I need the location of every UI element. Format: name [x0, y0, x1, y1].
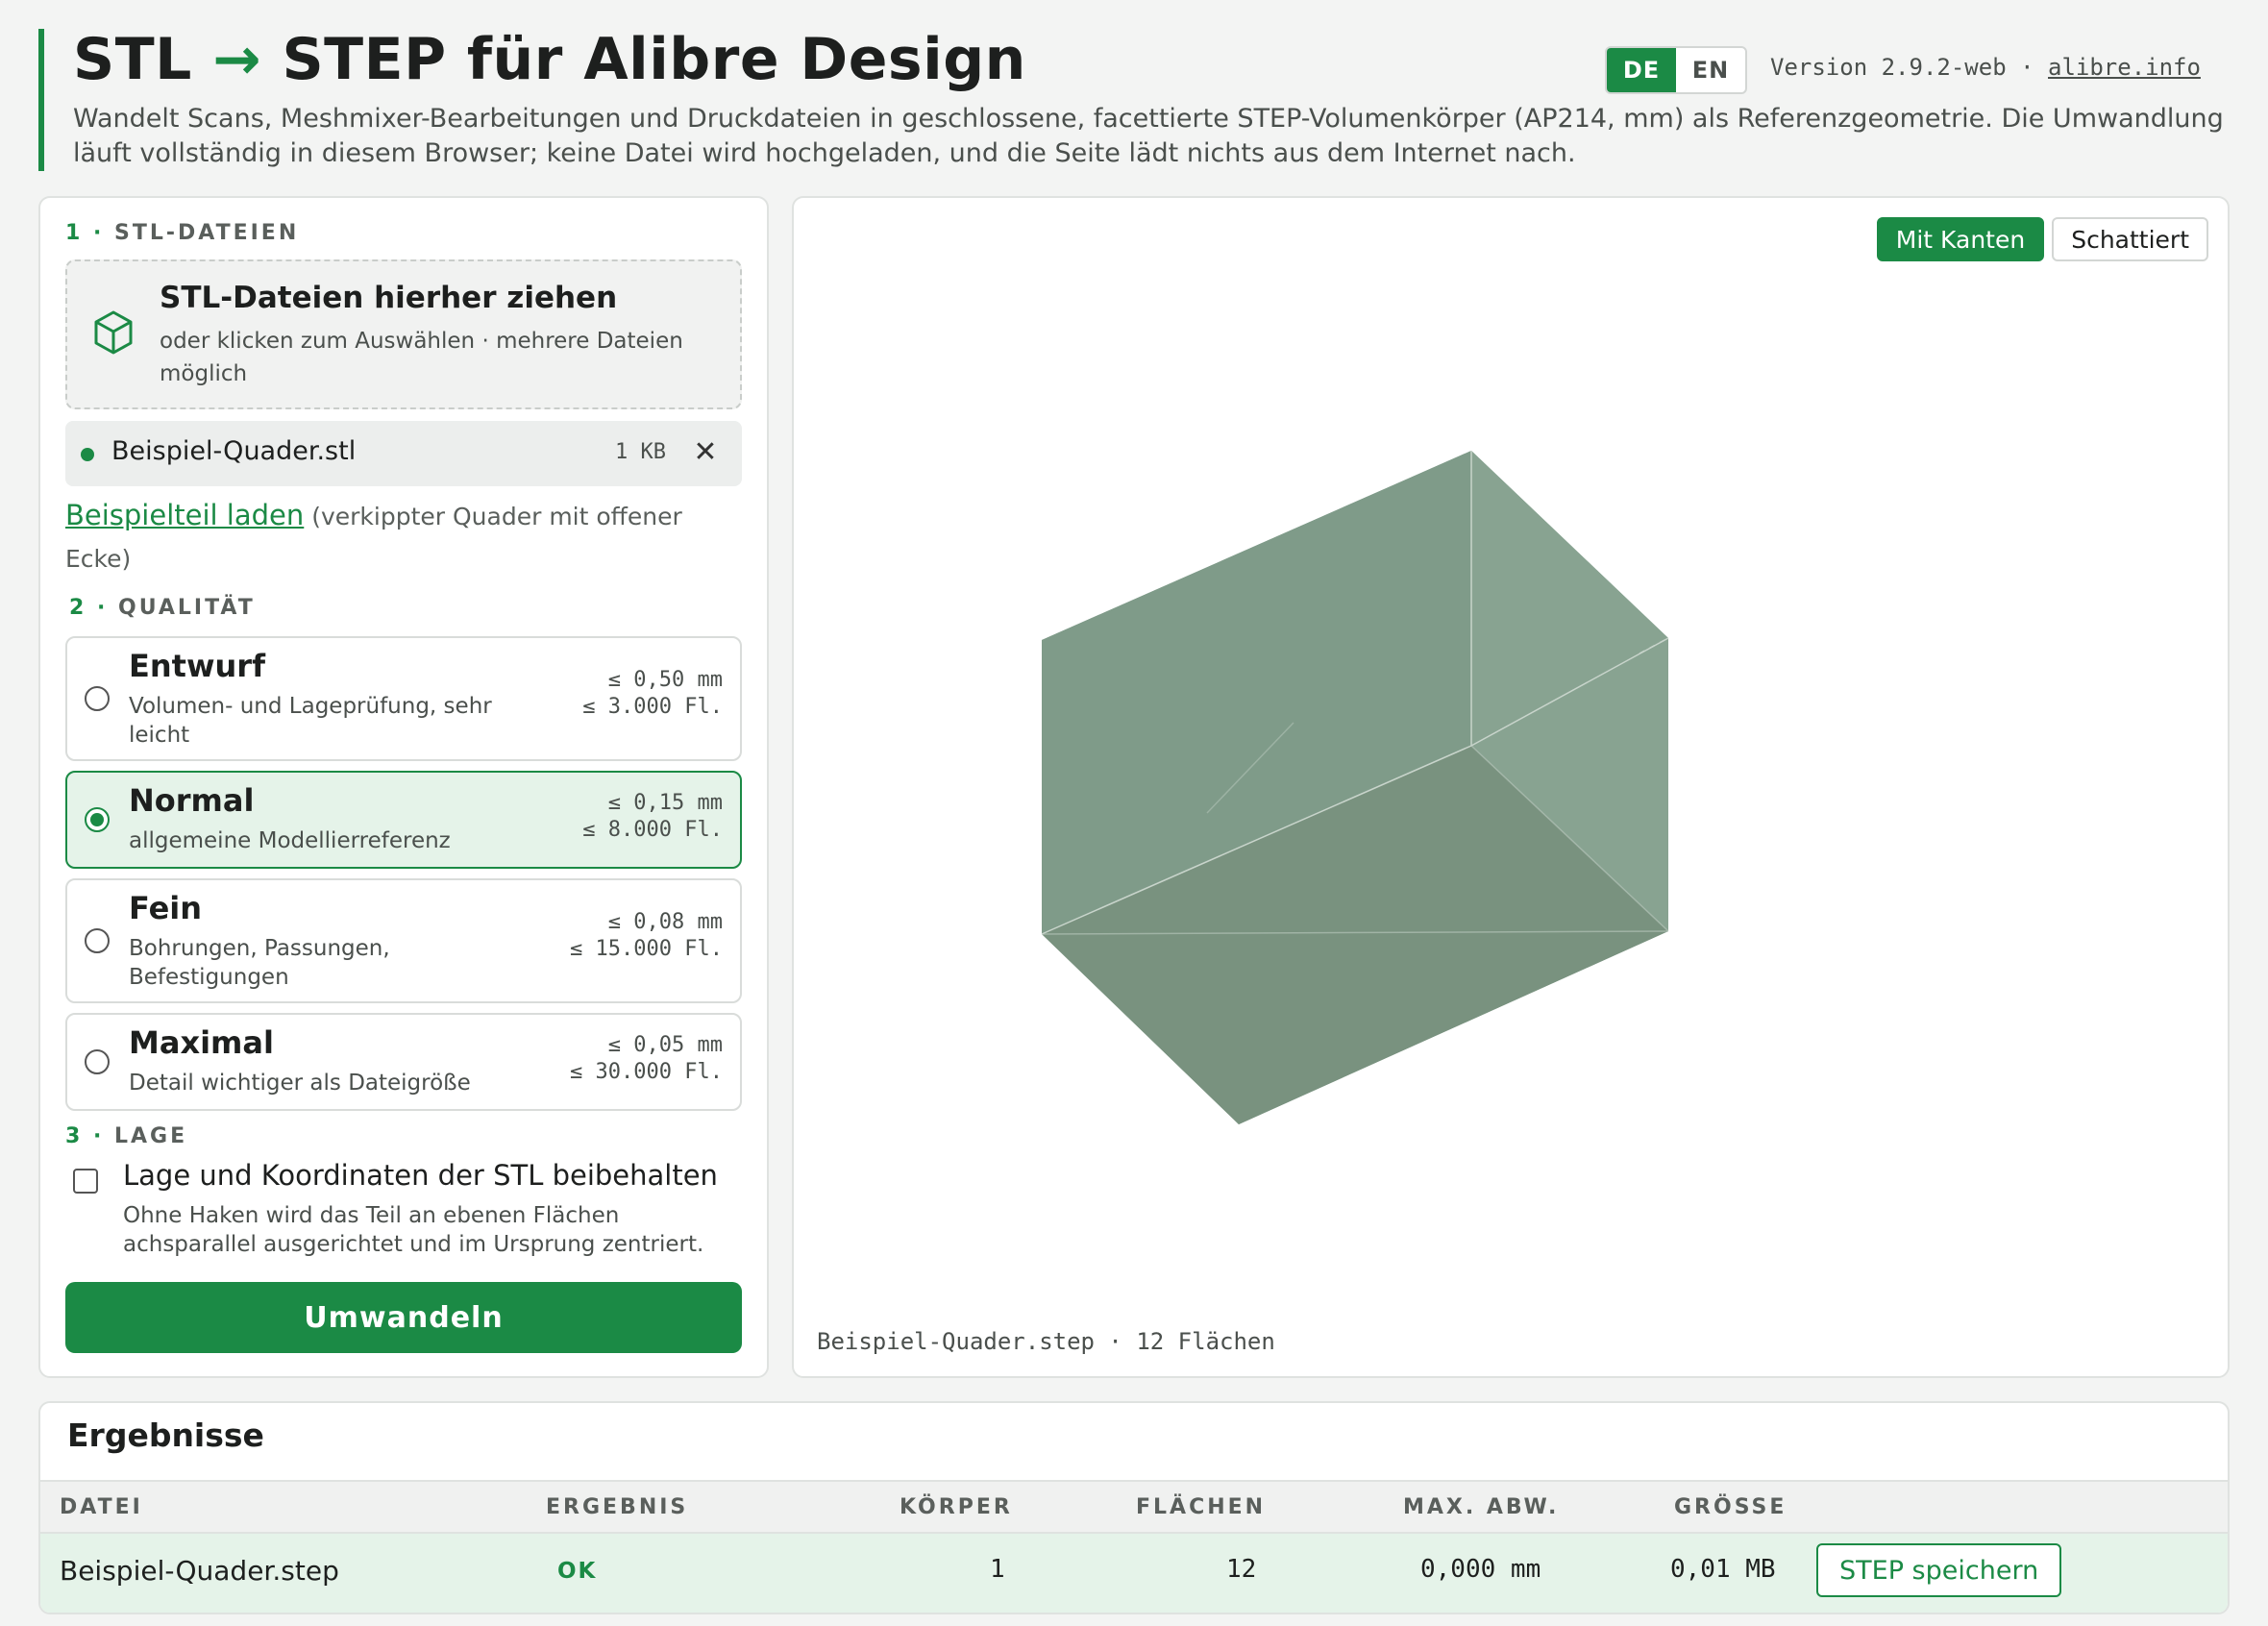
results-title: Ergebnisse — [67, 1417, 264, 1454]
col-header-max-dev: MAX. ABW. — [1403, 1495, 1560, 1519]
section-number: 3 — [65, 1124, 84, 1148]
quality-faces: ≤ 15.000 Fl. — [570, 937, 723, 961]
save-step-button[interactable]: STEP speichern — [1816, 1543, 2062, 1597]
quality-spec: ≤ 0,15 mm ≤ 8.000 Fl. — [582, 790, 723, 844]
table-row: Beispiel-Quader.step OK 1 12 0,000 mm 0,… — [40, 1534, 2228, 1613]
col-header-bodies: KÖRPER — [900, 1495, 1013, 1519]
view-edges-button[interactable]: Mit Kanten — [1876, 217, 2045, 261]
quality-option-fein[interactable]: Fein Bohrungen, Passungen, Befestigungen… — [65, 878, 742, 1003]
col-header-file: DATEI — [60, 1495, 143, 1519]
quality-option-maximal[interactable]: Maximal Detail wichtiger als Dateigröße … — [65, 1013, 742, 1111]
quality-radio[interactable] — [85, 807, 110, 832]
model-canvas[interactable] — [794, 198, 2228, 1376]
quality-description: allgemeine Modellierreferenz — [129, 828, 451, 853]
result-status-badge: OK — [557, 1559, 598, 1584]
quality-tolerance: ≤ 0,50 mm — [607, 668, 723, 692]
keep-position-help: Ohne Haken wird das Teil an ebenen Fläch… — [123, 1203, 704, 1257]
quality-description: Detail wichtiger als Dateigröße — [129, 1071, 471, 1096]
file-status-dot — [81, 448, 94, 461]
section-label: LAGE — [114, 1124, 188, 1148]
quality-description: Volumen- und Lageprüfung, sehr leicht — [129, 694, 492, 748]
table-header: DATEI ERGEBNIS KÖRPER FLÄCHEN MAX. ABW. … — [40, 1480, 2228, 1534]
model-viewer[interactable]: Mit Kanten Schattiert Beispiel-Quader.st… — [792, 196, 2230, 1378]
keep-position-label[interactable]: Lage und Koordinaten der STL beibehalten — [123, 1159, 718, 1192]
version-separator: · — [2006, 54, 2048, 81]
version-label: Version 2.9.2-web — [1770, 54, 2007, 81]
quality-name: Normal — [129, 782, 255, 819]
quality-radio[interactable] — [85, 686, 110, 711]
remove-file-icon[interactable]: ✕ — [688, 432, 723, 471]
quality-spec: ≤ 0,05 mm ≤ 30.000 Fl. — [570, 1032, 723, 1086]
file-name: Beispiel-Quader.stl — [111, 436, 357, 466]
site-link[interactable]: alibre.info — [2048, 54, 2201, 81]
quality-faces: ≤ 3.000 Fl. — [582, 695, 723, 719]
section-dot: · — [83, 221, 114, 245]
title-from: STL — [73, 26, 192, 93]
col-header-faces: FLÄCHEN — [1136, 1495, 1267, 1519]
quality-name: Fein — [129, 890, 203, 926]
quality-tolerance: ≤ 0,15 mm — [607, 791, 723, 815]
quality-name: Maximal — [129, 1024, 274, 1061]
quality-radio[interactable] — [85, 1049, 110, 1074]
version-info: Version 2.9.2-web · alibre.info — [1770, 54, 2201, 81]
sample-part-line: Beispielteil laden (verkippter Quader mi… — [65, 494, 738, 580]
quality-description: Bohrungen, Passungen, Befestigungen — [129, 936, 390, 990]
viewer-caption: Beispiel-Quader.step · 12 Flächen — [817, 1328, 1275, 1355]
title-to: STEP für Alibre Design — [282, 26, 1026, 93]
keep-position-checkbox[interactable] — [73, 1169, 98, 1194]
quality-option-entwurf[interactable]: Entwurf Volumen- und Lageprüfung, sehr l… — [65, 636, 742, 761]
file-list-item: Beispiel-Quader.stl 1 KB ✕ — [65, 421, 742, 486]
col-header-result: ERGEBNIS — [546, 1495, 689, 1519]
file-size: 1 KB — [615, 440, 666, 464]
section-dot: · — [86, 596, 118, 620]
quality-option-normal[interactable]: Normal allgemeine Modellierreferenz ≤ 0,… — [65, 771, 742, 869]
section-label: STL-DATEIEN — [114, 221, 300, 245]
quality-spec: ≤ 0,50 mm ≤ 3.000 Fl. — [582, 667, 723, 721]
settings-panel: 1 · STL-DATEIEN STL-Dateien hierher zieh… — [38, 196, 769, 1378]
section-number: 1 — [65, 221, 84, 245]
cube-icon — [94, 310, 133, 355]
page-subtitle: Wandelt Scans, Meshmixer-Bearbeitungen u… — [73, 104, 2224, 168]
dropzone-title: STL-Dateien hierher ziehen — [160, 281, 618, 315]
section-number: 2 — [69, 596, 87, 620]
quality-name: Entwurf — [129, 648, 265, 684]
convert-button[interactable]: Umwandeln — [65, 1282, 742, 1353]
quality-spec: ≤ 0,08 mm ≤ 15.000 Fl. — [570, 909, 723, 963]
section-heading-quality: 2 · QUALITÄT — [69, 596, 256, 620]
page-header: STL → STEP für Alibre Design Wandelt Sca… — [38, 29, 2230, 171]
section-dot: · — [83, 1124, 114, 1148]
results-panel: Ergebnisse DATEI ERGEBNIS KÖRPER FLÄCHEN… — [38, 1401, 2230, 1614]
view-shaded-button[interactable]: Schattiert — [2052, 217, 2208, 261]
view-mode-toggle: Mit Kanten Schattiert — [1876, 217, 2208, 261]
result-faces: 12 — [1226, 1555, 1257, 1584]
load-sample-link[interactable]: Beispielteil laden — [65, 499, 304, 531]
language-toggle: DE EN — [1605, 46, 1747, 94]
quality-radio[interactable] — [85, 928, 110, 953]
section-heading-files: 1 · STL-DATEIEN — [65, 221, 299, 245]
lang-de-button[interactable]: DE — [1607, 48, 1676, 92]
quality-tolerance: ≤ 0,08 mm — [607, 910, 723, 934]
arrow-icon: → — [212, 26, 262, 93]
section-label: QUALITÄT — [118, 596, 256, 620]
result-max-dev: 0,000 mm — [1420, 1555, 1541, 1584]
lang-en-button[interactable]: EN — [1676, 48, 1745, 92]
col-header-size: GRÖSSE — [1674, 1495, 1787, 1519]
quality-faces: ≤ 30.000 Fl. — [570, 1060, 723, 1084]
result-bodies: 1 — [990, 1555, 1005, 1584]
result-size: 0,01 MB — [1670, 1555, 1776, 1584]
stl-dropzone[interactable]: STL-Dateien hierher ziehen oder klicken … — [65, 259, 742, 409]
quality-tolerance: ≤ 0,05 mm — [607, 1033, 723, 1057]
dropzone-hint: oder klicken zum Auswählen · mehrere Dat… — [160, 329, 683, 386]
result-file: Beispiel-Quader.step — [60, 1555, 339, 1587]
page-title: STL → STEP für Alibre Design — [73, 29, 1026, 90]
section-heading-position: 3 · LAGE — [65, 1124, 187, 1148]
quality-faces: ≤ 8.000 Fl. — [582, 818, 723, 842]
